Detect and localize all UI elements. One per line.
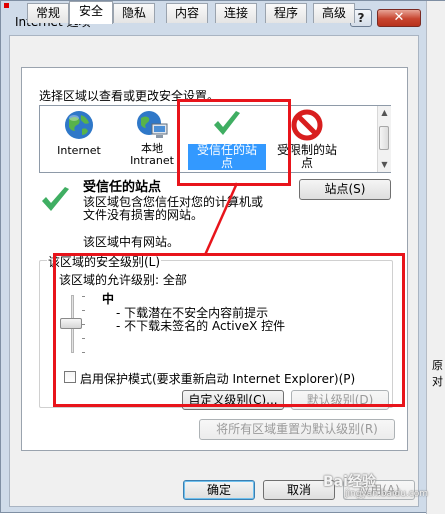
close-button[interactable]: ✕ [377, 9, 421, 27]
slider-tick [82, 324, 85, 325]
tab-programs[interactable]: 程序 [265, 3, 307, 23]
tab-content[interactable]: 内容 [166, 3, 208, 23]
tab-advanced[interactable]: 高级 [313, 3, 355, 23]
zone-internet[interactable]: Internet [45, 107, 113, 173]
security-level-name: 中 [102, 292, 115, 306]
zone-description: 该区域包含您信任对您的计算机或 文件没有损害的网站。 [83, 195, 264, 222]
window-corner-mark [4, 3, 9, 8]
checkmark-icon [42, 187, 69, 211]
background-text-fragment: 原对 [432, 359, 443, 388]
zone-label: 受限制的站 点 [276, 143, 337, 170]
security-level-legend: 该区域的安全级别(L) [47, 253, 162, 270]
sites-button[interactable]: 站点(S) [299, 179, 391, 200]
checkmark-icon [214, 111, 240, 135]
scroll-thumb[interactable] [379, 126, 389, 150]
protected-mode-checkbox[interactable] [64, 371, 76, 383]
ok-button[interactable]: 确定 [183, 480, 255, 500]
zone-label: 受信任的站 点 [188, 144, 266, 170]
zone-label: Internet [57, 144, 101, 157]
custom-level-button[interactable]: 自定义级别(C)... [182, 390, 284, 410]
globe-icon [65, 111, 93, 139]
close-icon: ✕ [393, 10, 405, 25]
tab-privacy[interactable]: 隐私 [113, 3, 155, 23]
slider-tick [82, 352, 85, 353]
background-window-strip: 原对 [426, 1, 445, 514]
zone-title: 受信任的站点 [83, 180, 162, 195]
default-level-button: 默认级别(D) [291, 390, 389, 410]
dialog-window: Internet 选项 ? ✕ 原对 常规 安全 隐私 内容 连接 程序 高级 … [0, 0, 445, 514]
zone-list-scrollbar[interactable]: ▲ ▼ [377, 106, 391, 172]
zone-sites-status: 该区域中有网站。 [83, 235, 180, 249]
security-level-slider-thumb[interactable] [60, 318, 82, 329]
slider-tick [82, 296, 85, 297]
zone-local-intranet[interactable]: 本地 Intranet [121, 107, 183, 173]
slider-tick [82, 338, 85, 339]
watermark-url: jingyan.baidu.com [345, 489, 429, 499]
protected-mode-label[interactable]: 启用保护模式(要求重新启动 Internet Explorer)(P) [80, 370, 355, 387]
zone-restricted-sites[interactable]: 受限制的站 点 [270, 107, 344, 173]
scroll-up-icon[interactable]: ▲ [378, 106, 391, 120]
no-entry-icon [291, 109, 323, 141]
scroll-down-icon[interactable]: ▼ [378, 158, 391, 172]
slider-tick [82, 310, 85, 311]
tab-general[interactable]: 常规 [27, 3, 69, 23]
watermark: Bai经验 jingyan.baidu.com [323, 471, 428, 499]
zone-label: 本地 Intranet [130, 142, 174, 167]
zone-trusted-sites[interactable]: 受信任的站 点 [188, 107, 266, 173]
reset-all-zones-button: 将所有区域重置为默认级别(R) [199, 419, 395, 440]
level-bullet: - 不下载未签名的 ActiveX 控件 [116, 319, 286, 333]
intranet-icon [137, 111, 168, 138]
watermark-logo: Bai经验 [323, 474, 376, 490]
tab-connections[interactable]: 连接 [215, 3, 257, 23]
tab-security[interactable]: 安全 [69, 1, 113, 24]
allowed-levels-text: 该区域的允许级别: 全部 [59, 273, 187, 287]
zone-instruction: 选择区域以查看或更改安全设置。 [39, 89, 220, 103]
